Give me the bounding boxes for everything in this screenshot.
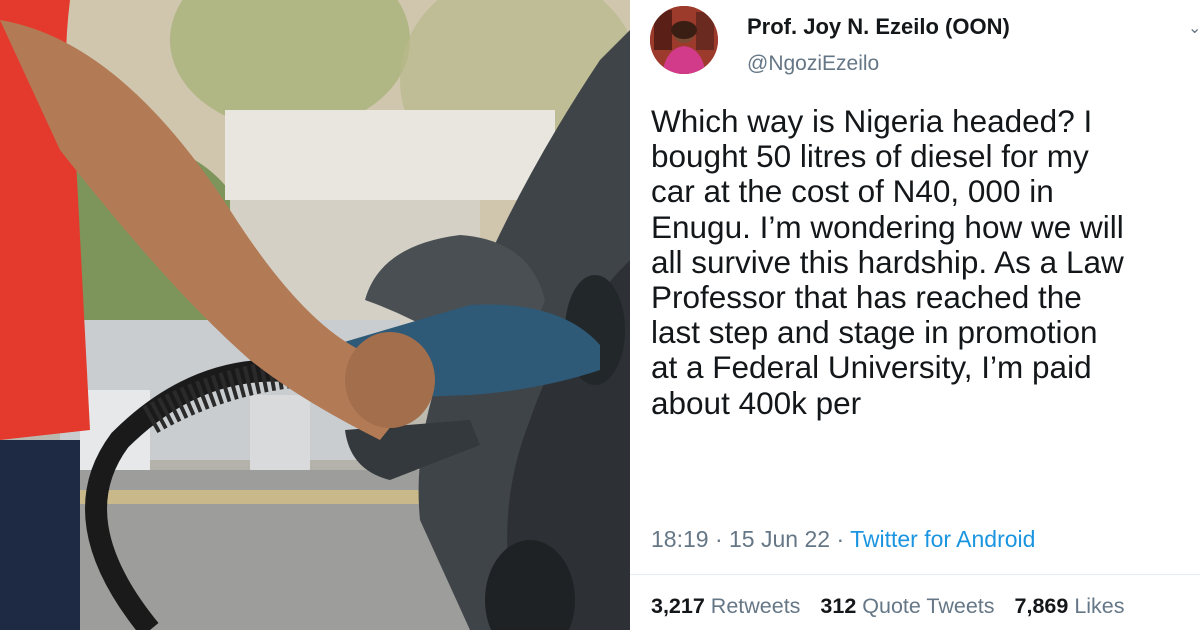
engagement-stats: 3,217 Retweets 312 Quote Tweets 7,869 Li…: [651, 594, 1139, 619]
quote-tweets-stat[interactable]: 312 Quote Tweets: [820, 594, 994, 618]
meta-separator: ·: [714, 526, 723, 552]
fuel-pump-illustration: [0, 0, 630, 630]
quote-tweets-label: Quote Tweets: [862, 594, 995, 618]
tweet-date[interactable]: 15 Jun 22: [729, 526, 830, 552]
quote-tweets-count: 312: [820, 594, 857, 618]
likes-label: Likes: [1074, 594, 1125, 618]
chevron-down-icon[interactable]: ⌄: [1188, 18, 1200, 37]
meta-separator: ·: [836, 526, 845, 552]
likes-stat[interactable]: 7,869 Likes: [1015, 594, 1125, 618]
tweet-time[interactable]: 18:19: [651, 526, 709, 552]
tweet-card: Prof. Joy N. Ezeilo (OON) @NgoziEzeilo ⌄…: [630, 0, 1200, 630]
retweets-label: Retweets: [710, 594, 801, 618]
profile-photo-icon: [650, 6, 718, 74]
divider: [630, 574, 1200, 575]
tweet-source-link[interactable]: Twitter for Android: [850, 526, 1035, 552]
display-name[interactable]: Prof. Joy N. Ezeilo (OON): [747, 14, 1010, 40]
likes-count: 7,869: [1014, 594, 1069, 618]
retweets-stat[interactable]: 3,217 Retweets: [651, 594, 800, 618]
tweet-text: Which way is Nigeria headed? I bought 50…: [651, 103, 1124, 421]
fuel-pump-photo: [0, 0, 630, 630]
retweets-count: 3,217: [651, 594, 705, 618]
avatar[interactable]: [650, 6, 718, 74]
user-handle[interactable]: @NgoziEzeilo: [747, 52, 879, 76]
tweet-meta: 18:19 · 15 Jun 22 · Twitter for Android: [651, 526, 1035, 553]
